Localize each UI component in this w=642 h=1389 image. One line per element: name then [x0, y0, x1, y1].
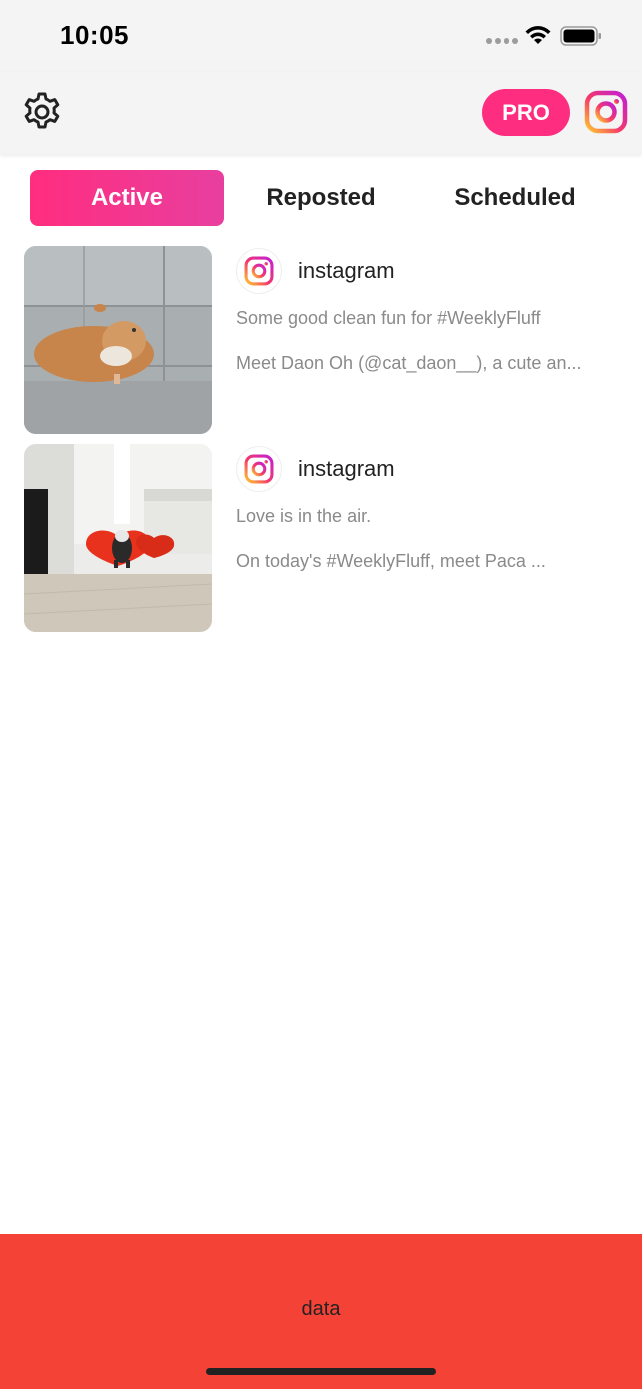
tab-bar: Active Reposted Scheduled	[30, 170, 612, 226]
instagram-logo-icon	[584, 90, 628, 134]
post-thumbnail[interactable]	[24, 246, 212, 434]
app-header: PRO	[0, 72, 642, 154]
home-indicator[interactable]	[206, 1368, 436, 1375]
banner-text: data	[301, 1298, 341, 1320]
post-item[interactable]: instagram Love is in the air. On today's…	[24, 444, 624, 632]
post-username[interactable]: instagram	[298, 456, 395, 482]
pro-button[interactable]: PRO	[482, 89, 570, 136]
instagram-logo-icon	[244, 256, 274, 286]
battery-icon	[560, 26, 601, 46]
cellular-signal-icon	[486, 38, 518, 46]
post-thumbnail[interactable]	[24, 444, 212, 632]
tab-reposted[interactable]: Reposted	[224, 170, 418, 226]
post-caption: Some good clean fun for #WeeklyFluff	[236, 308, 541, 328]
post-caption: Love is in the air.	[236, 506, 372, 526]
bottom-banner[interactable]: data	[0, 1234, 642, 1389]
post-avatar[interactable]	[236, 248, 282, 294]
instagram-button[interactable]	[584, 90, 628, 134]
post-username[interactable]: instagram	[298, 258, 395, 284]
instagram-logo-icon	[244, 454, 274, 484]
settings-button[interactable]	[20, 90, 64, 134]
hamster-photo	[24, 246, 212, 434]
post-description: Meet Daon Oh (@cat_daon__), a cute an...	[236, 353, 582, 373]
post-description: On today's #WeeklyFluff, meet Paca ...	[236, 551, 546, 571]
gear-icon	[24, 92, 60, 129]
dog-photo	[24, 444, 212, 632]
post-avatar[interactable]	[236, 446, 282, 492]
tab-active[interactable]: Active	[30, 170, 224, 226]
tab-scheduled[interactable]: Scheduled	[418, 170, 612, 226]
post-item[interactable]: instagram Some good clean fun for #Weekl…	[24, 246, 624, 434]
wifi-icon	[525, 26, 551, 44]
status-bar: 10:05	[0, 0, 642, 72]
status-time: 10:05	[60, 20, 129, 50]
